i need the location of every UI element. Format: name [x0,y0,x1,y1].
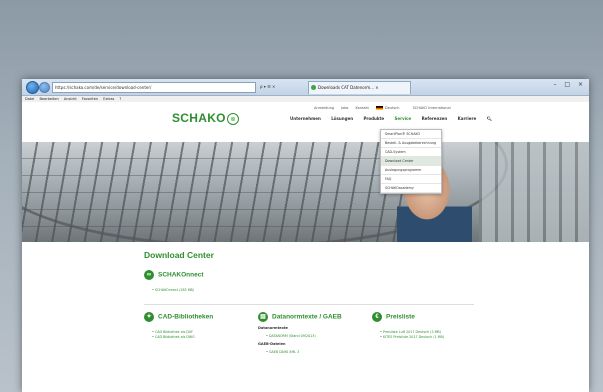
section-schakonnect: ∞ SCHAKOnnect [144,270,204,280]
address-tools[interactable]: ρ ▾ ☰ × [260,82,275,91]
dropdown-item[interactable]: SCHAKOacademy [381,184,441,193]
connect-icon: ∞ [144,270,154,280]
dropdown-item[interactable]: Auslegungsprogramm [381,166,441,175]
back-icon[interactable] [26,81,39,94]
top-navigation: Anmeldung Jobs Kontakt Deutsch SCHAKO In… [314,106,457,110]
dropdown-item[interactable]: Bestell- & Ausgabeberechnung [381,139,441,148]
menu-favoriten[interactable]: Favoriten [82,97,98,101]
dropdown-item[interactable]: CAD-System [381,148,441,157]
web-page: Anmeldung Jobs Kontakt Deutsch SCHAKO In… [22,102,589,392]
menu-extras[interactable]: Extras [103,97,114,101]
site-logo[interactable]: SCHAKO [172,111,239,125]
nav-karriere[interactable]: Karriere [458,116,477,121]
nav-produkte[interactable]: Produkte [363,116,384,121]
tab-favicon-icon [311,85,316,90]
gaeb-subheading: GAEB-Dateien [258,342,286,346]
topnav-jobs[interactable]: Jobs [341,106,348,110]
logo-circle-icon [226,112,239,125]
service-dropdown: SmartPlan® SCHAKO Bestell- & Ausgabebere… [380,129,442,194]
search-icon[interactable]: 🔍︎ [487,116,492,121]
link-preisliste-luft[interactable]: Preisliste Luft 2017 Deutsch (5 MB) [380,330,441,334]
datanorm-subheading: Datanormtexte [258,326,288,330]
topnav-international[interactable]: SCHAKO International [413,106,451,110]
nav-service[interactable]: Service [395,116,412,121]
section-preisliste: € Preisliste [372,312,415,322]
hero-image [22,142,589,242]
topnav-language[interactable]: Deutsch [376,106,405,110]
link-schakonnect[interactable]: SCHAKOnnect (283 MB) [152,288,194,292]
link-preisliste-kites[interactable]: KITES Preisliste 2017 Deutsch (1 MB) [380,335,444,339]
dropdown-item[interactable]: SmartPlan® SCHAKO [381,130,441,139]
window-controls[interactable]: – □ × [553,81,586,88]
address-bar[interactable]: https://schako.com/de/service/download-c… [52,82,256,93]
menu-datei[interactable]: Datei [25,97,34,101]
browser-toolbar: https://schako.com/de/service/download-c… [22,79,589,96]
browser-tab[interactable]: Downloads CAT Datenorm... × [308,81,411,94]
nav-referenzen[interactable]: Referenzen [422,116,448,121]
dropdown-item[interactable]: FAQ [381,175,441,184]
menu-ansicht[interactable]: Ansicht [64,97,77,101]
topnav-login[interactable]: Anmeldung [314,106,334,110]
document-icon: ▤ [258,312,268,322]
page-title: Download Center [144,250,214,260]
link-gaeb[interactable]: GAEB DA90 XML 3 [266,350,299,354]
menu-help[interactable]: ? [119,97,121,101]
cad-icon: ✦ [144,312,154,322]
link-cad-dxf[interactable]: CAD Bibliothek als DXF [152,330,193,334]
dropdown-item-download-center[interactable]: Download Center [381,157,441,166]
section-cad: ✦ CAD-Bibliotheken [144,312,213,322]
hero-columns [479,142,589,242]
browser-window: https://schako.com/de/service/download-c… [22,79,589,392]
german-flag-icon [376,106,384,110]
main-navigation: Unternehmen Lösungen Produkte Service Re… [290,116,501,121]
section-datanorm: ▤ Datanormtexte / GAEB [258,312,342,322]
tab-title: Downloads CAT Datenorm... × [318,85,379,90]
nav-unternehmen[interactable]: Unternehmen [290,116,321,121]
divider [144,304,474,305]
menu-bearbeiten[interactable]: Bearbeiten [39,97,58,101]
nav-loesungen[interactable]: Lösungen [331,116,353,121]
link-cad-dwg[interactable]: CAD Bibliothek als DWG [152,335,195,339]
topnav-contact[interactable]: Kontakt [356,106,369,110]
euro-icon: € [372,312,382,322]
download-center: Download Center [144,250,474,260]
forward-icon[interactable] [39,82,50,93]
link-datanorm[interactable]: DATANORM (Stand 09/2013) [266,334,316,338]
